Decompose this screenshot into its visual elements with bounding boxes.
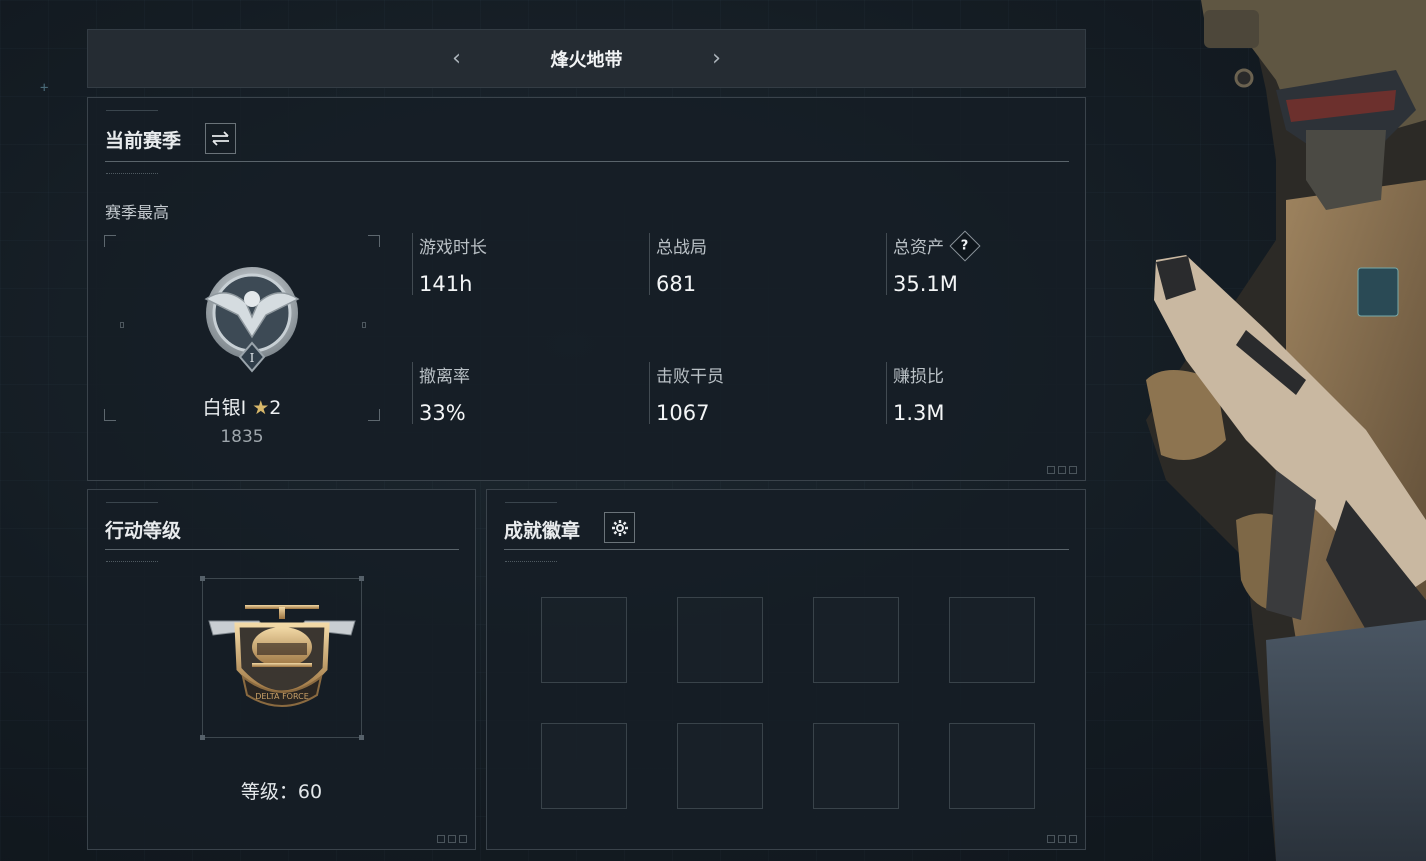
action-level-panel: 行动等级 DELTA FORCE 等级：60 [87,489,476,850]
stat-label-row: 总资产 ? [893,229,1106,262]
stat-value: 681 [656,272,697,296]
crosshair-decoration: + [40,80,49,96]
silver-rank-emblem-icon: I [204,267,300,373]
chevron-left-icon[interactable]: ‹ [437,46,477,71]
level-emblem-frame: DELTA FORCE [200,576,364,740]
current-season-panel: 当前赛季 赛季最高 I 白银I ★2 1835 游戏时长 141h 总战局 68… [87,97,1086,481]
mode-switcher: ‹ 烽火地带 › [87,29,1086,88]
stat-value: 141h [419,272,473,296]
mode-title: 烽火地带 [550,49,623,71]
current-season-title: 当前赛季 [105,130,182,152]
corner-decoration [437,835,467,843]
achievement-slot-6[interactable] [677,723,763,809]
panel-decoration [505,502,557,508]
stat-operators-defeated: 击败干员 1067 [649,362,869,425]
achievements-panel: 成就徽章 [486,489,1086,850]
svg-text:I: I [250,351,255,365]
rank-stars: 2 [269,397,282,419]
svg-text:DELTA FORCE: DELTA FORCE [255,692,309,701]
rank-name: 白银I ★2 [104,393,380,420]
help-icon[interactable]: ? [949,229,981,262]
swap-icon[interactable] [205,123,236,154]
stat-total-matches: 总战局 681 [649,233,869,296]
star-icon: ★ [252,397,270,419]
achievement-slot-3[interactable] [813,597,899,683]
corner-decoration [1047,835,1077,843]
rank-name-text: 白银I [202,397,247,419]
chevron-right-icon[interactable]: › [697,46,737,71]
title-divider [504,549,1069,550]
action-level-title: 行动等级 [105,520,182,542]
achievements-title: 成就徽章 [504,520,581,542]
achievement-slot-7[interactable] [813,723,899,809]
rank-score: 1835 [220,427,264,447]
rank-badge-frame: I 白银I ★2 1835 [104,235,380,447]
divider-tick [505,561,557,564]
stat-label: 撤离率 [419,367,470,387]
soldier-character-image [1146,0,1426,861]
achievement-slot-2[interactable] [677,597,763,683]
stat-value: 1.3M [893,401,945,425]
stat-value: 35.1M [893,272,958,296]
achievement-slot-8[interactable] [949,723,1035,809]
stat-label: 赚损比 [893,367,944,387]
gear-icon[interactable] [604,512,635,543]
achievement-slot-5[interactable] [541,723,627,809]
stat-total-assets: 总资产 ? 35.1M [886,229,1106,296]
action-level-value: 等级：60 [240,781,323,803]
stat-label: 总战局 [656,238,707,258]
stat-label: 击败干员 [656,367,724,387]
title-divider [105,161,1069,162]
achievement-slot-4[interactable] [949,597,1035,683]
panel-decoration [106,110,158,116]
stat-profit-ratio: 赚损比 1.3M [886,362,1106,425]
achievement-slot-1[interactable] [541,597,627,683]
stat-value: 33% [419,401,466,425]
season-best-label: 赛季最高 [105,203,170,222]
stat-label: 游戏时长 [419,238,487,258]
corner-decoration [1047,466,1077,474]
stat-label: 总资产 [893,238,944,258]
panel-decoration [106,502,158,508]
stat-extraction-rate: 撤离率 33% [412,362,632,425]
stat-play-time: 游戏时长 141h [412,233,632,296]
title-divider [105,549,459,550]
stat-value: 1067 [656,401,710,425]
divider-tick [106,173,158,176]
helicopter-emblem-icon: DELTA FORCE [208,605,356,707]
divider-tick [106,561,158,564]
